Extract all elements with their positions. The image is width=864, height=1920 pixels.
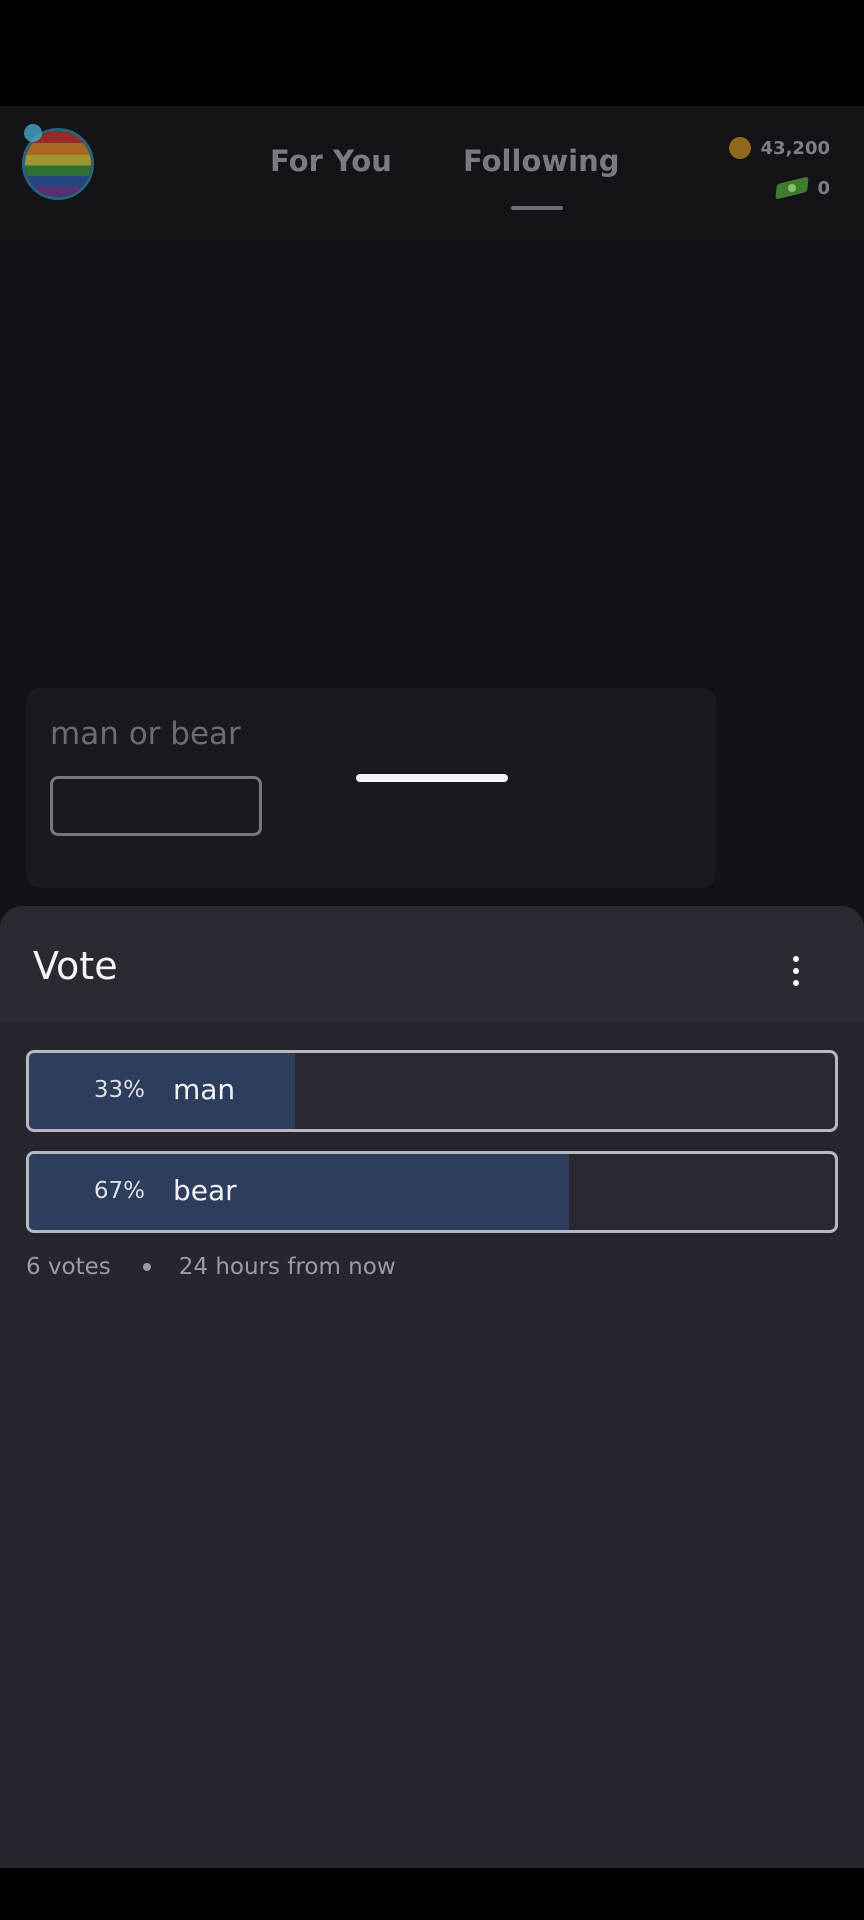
gem-icon (777, 178, 807, 198)
vote-option-label: man (173, 1073, 236, 1106)
coin-balance-value: 43,200 (760, 137, 830, 159)
vote-time-remaining: 24 hours from now (178, 1254, 396, 1280)
status-bar (0, 0, 864, 106)
active-tab-indicator (511, 206, 563, 210)
tab-following[interactable]: Following (463, 144, 620, 178)
vote-option-percent: 33% (93, 1077, 145, 1103)
post-card: man or bear (26, 688, 716, 888)
separator-dot (142, 1263, 151, 1271)
vote-option-bar (29, 1053, 295, 1129)
system-nav-bar (0, 1868, 864, 1920)
post-title: man or bear (50, 716, 241, 752)
vote-option-label: bear (173, 1174, 237, 1207)
coin-balance[interactable]: 43,200 (725, 128, 830, 168)
sheet-drag-handle[interactable] (356, 774, 508, 782)
avatar-badge-icon (24, 124, 42, 142)
vote-sheet-header: Vote (0, 906, 864, 1022)
vote-sheet: Vote 33% man 67% bear 6 votes 24 hours f… (0, 906, 864, 1868)
screen: For You Following 43,200 0 man or bear V… (0, 0, 864, 1920)
vote-sheet-title: Vote (33, 944, 118, 988)
tab-for-you[interactable]: For You (270, 144, 392, 178)
vote-count: 6 votes (26, 1254, 111, 1280)
post-vote-button[interactable] (50, 776, 262, 836)
vote-option-bear[interactable]: 67% bear (26, 1151, 838, 1233)
balance-panel: 43,200 0 (725, 128, 830, 208)
vote-meta: 6 votes 24 hours from now (26, 1254, 396, 1280)
gem-balance-value: 0 (817, 177, 830, 199)
vote-option-man[interactable]: 33% man (26, 1050, 838, 1132)
vote-option-percent: 67% (93, 1178, 145, 1204)
more-vertical-icon[interactable] (786, 956, 806, 986)
coin-icon (725, 133, 754, 163)
gem-balance[interactable]: 0 (729, 168, 830, 208)
